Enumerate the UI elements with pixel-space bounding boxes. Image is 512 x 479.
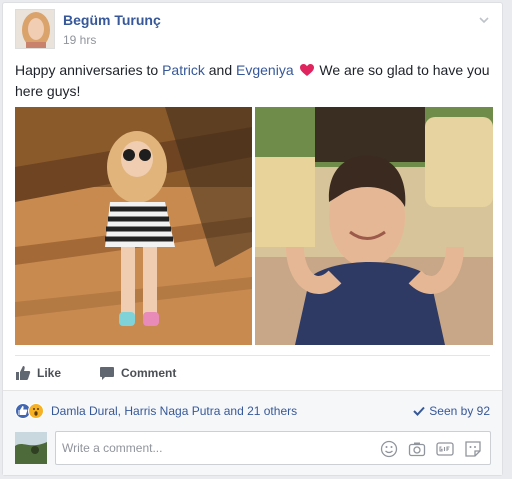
post-photo-1[interactable] bbox=[15, 107, 252, 345]
post-text: Happy anniversaries to Patrick and Evgen… bbox=[15, 61, 495, 101]
sticker-icon[interactable] bbox=[464, 440, 482, 458]
reaction-icons[interactable] bbox=[15, 403, 44, 419]
seen-by[interactable]: Seen by 92 bbox=[413, 404, 490, 418]
like-icon bbox=[16, 366, 31, 380]
post-actions: Like Comment bbox=[15, 363, 214, 383]
camera-icon[interactable] bbox=[408, 440, 426, 458]
reaction-names[interactable]: Damla Dural, Harris Naga Putra and 21 ot… bbox=[51, 404, 297, 418]
like-label: Like bbox=[37, 366, 62, 380]
seen-by-label: Seen by 92 bbox=[429, 404, 490, 418]
author-avatar[interactable] bbox=[15, 9, 55, 49]
current-user-avatar[interactable] bbox=[15, 432, 47, 464]
comment-box[interactable] bbox=[55, 431, 491, 465]
comment-tools bbox=[370, 440, 482, 458]
post-text-part: Happy anniversaries to bbox=[15, 62, 163, 78]
wow-reaction-icon bbox=[28, 403, 44, 419]
chevron-down-icon[interactable] bbox=[478, 13, 490, 25]
checkmark-icon bbox=[413, 406, 426, 416]
heart-icon bbox=[299, 63, 315, 82]
comment-icon bbox=[100, 367, 115, 380]
mention-patrick[interactable]: Patrick bbox=[162, 62, 205, 78]
like-button[interactable]: Like bbox=[15, 363, 61, 383]
divider bbox=[15, 355, 490, 356]
post-text-part: and bbox=[204, 62, 237, 78]
mention-evgeniya[interactable]: Evgeniya bbox=[236, 62, 294, 78]
comment-label: Comment bbox=[121, 366, 177, 380]
comment-button[interactable]: Comment bbox=[99, 363, 176, 383]
gif-icon[interactable] bbox=[436, 440, 454, 458]
comment-input[interactable] bbox=[62, 441, 362, 455]
reactions-section: Damla Dural, Harris Naga Putra and 21 ot… bbox=[3, 390, 502, 475]
emoji-icon[interactable] bbox=[380, 440, 398, 458]
post-photo-2[interactable] bbox=[255, 107, 493, 345]
post-card: Begüm Turunç 19 hrs Happy anniversaries … bbox=[2, 2, 503, 476]
author-name[interactable]: Begüm Turunç bbox=[63, 12, 161, 28]
post-timestamp[interactable]: 19 hrs bbox=[63, 33, 96, 47]
